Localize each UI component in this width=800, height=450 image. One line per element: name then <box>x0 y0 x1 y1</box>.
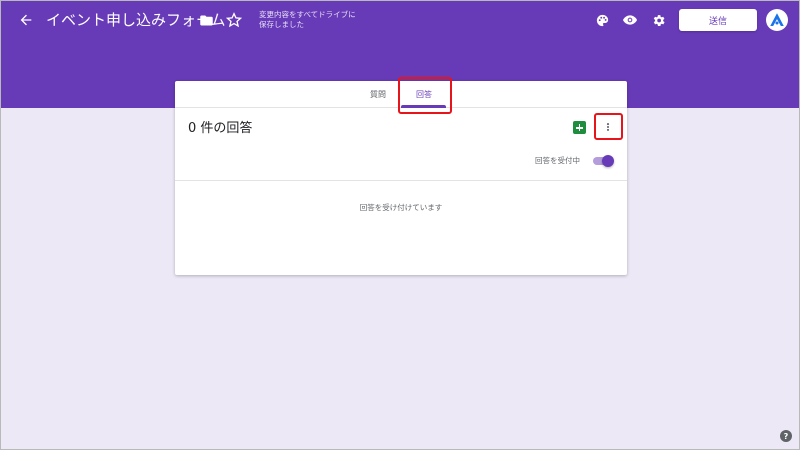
responses-more-icon[interactable] <box>599 117 617 137</box>
tab-questions[interactable]: 質問 <box>360 81 396 108</box>
more-vert-icon[interactable] <box>738 8 762 32</box>
account-avatar-icon[interactable] <box>766 9 788 31</box>
preview-eye-icon[interactable] <box>618 8 642 32</box>
response-count: 0 件の回答 <box>188 121 253 136</box>
active-tab-indicator <box>401 105 446 108</box>
settings-gear-icon[interactable] <box>646 8 670 32</box>
form-tabs: 質問 回答 <box>175 81 627 108</box>
accepting-responses-label: 回答を受付中 <box>535 156 580 165</box>
star-icon[interactable] <box>222 8 246 32</box>
google-sheets-icon[interactable] <box>573 121 586 134</box>
folder-icon[interactable] <box>194 8 218 32</box>
save-status-line2: 保存しました <box>259 20 304 29</box>
save-status: 変更内容をすべてドライブに 保存しました <box>259 10 369 30</box>
accepting-responses-toggle[interactable] <box>591 155 614 167</box>
accepting-status-message: 回答を受け付けています <box>359 203 443 212</box>
toggle-thumb <box>602 155 614 167</box>
palette-icon[interactable] <box>590 8 614 32</box>
help-icon[interactable]: ? <box>780 430 792 442</box>
divider <box>175 180 627 181</box>
responses-card: 質問 回答 0 件の回答 回答を受付中 回答を受け付けています <box>175 81 627 275</box>
tab-responses[interactable]: 回答 <box>406 81 442 108</box>
back-arrow-icon[interactable] <box>14 8 38 32</box>
save-status-line1: 変更内容をすべてドライブに <box>259 10 356 19</box>
